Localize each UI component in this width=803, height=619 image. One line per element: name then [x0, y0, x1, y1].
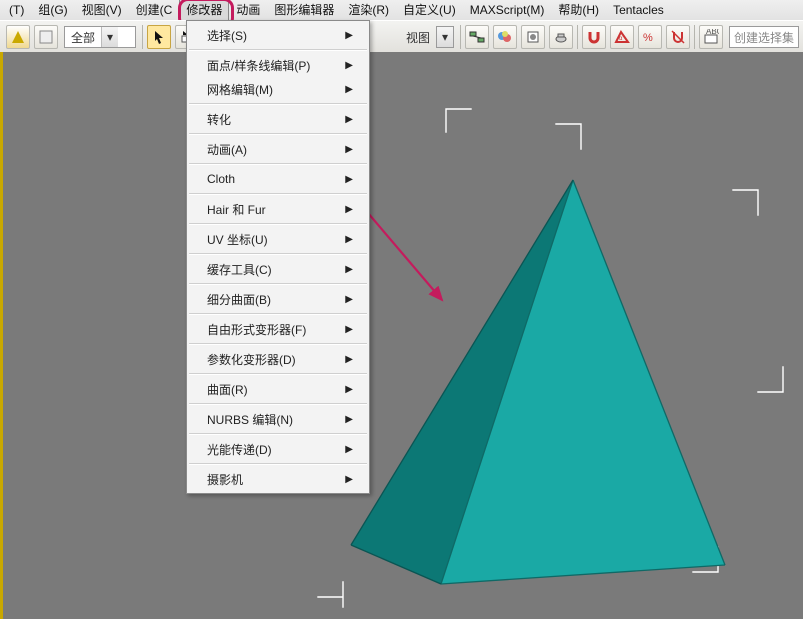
- menu-separator: [189, 403, 367, 405]
- submenu-arrow-icon: ▶: [345, 414, 353, 425]
- menu-tentacles[interactable]: Tentacles: [606, 0, 671, 21]
- menu-parametric-deformers[interactable]: 参数化变形器(D) ▶: [187, 347, 369, 371]
- menu-separator: [189, 133, 367, 135]
- selection-filter-label: 全部: [65, 29, 101, 46]
- menu-separator: [189, 313, 367, 315]
- menu-nurbs-edit[interactable]: NURBS 编辑(N) ▶: [187, 407, 369, 431]
- menu-maxscript[interactable]: MAXScript(M): [463, 0, 552, 21]
- viewport[interactable]: x y: [0, 52, 803, 619]
- submenu-arrow-icon: ▶: [345, 324, 353, 335]
- menu-separator: [189, 103, 367, 105]
- menu-render[interactable]: 渲染(R): [341, 0, 396, 21]
- submenu-arrow-icon: ▶: [345, 384, 353, 395]
- selection-filter-dropdown[interactable]: 全部 ▾: [64, 26, 136, 48]
- submenu-arrow-icon: ▶: [345, 234, 353, 245]
- menu-separator: [189, 283, 367, 285]
- menu-selection[interactable]: 选择(S) ▶: [187, 23, 369, 47]
- select-cursor-icon[interactable]: [147, 25, 171, 49]
- menu-separator: [189, 373, 367, 375]
- menu-convert[interactable]: 转化 ▶: [187, 107, 369, 131]
- submenu-arrow-icon: ▶: [345, 84, 353, 95]
- toolbar-separator: [460, 25, 461, 49]
- svg-text:α: α: [619, 36, 623, 42]
- menu-subdiv-surface[interactable]: 细分曲面(B) ▶: [187, 287, 369, 311]
- submenu-arrow-icon: ▶: [345, 204, 353, 215]
- schematic-view-icon[interactable]: [465, 25, 489, 49]
- submenu-arrow-icon: ▶: [345, 144, 353, 155]
- menu-group[interactable]: 组(G): [31, 0, 74, 21]
- chevron-down-icon[interactable]: ▾: [437, 27, 453, 47]
- menu-cloth[interactable]: Cloth ▶: [187, 167, 369, 191]
- menu-separator: [189, 49, 367, 51]
- submenu-arrow-icon: ▶: [345, 354, 353, 365]
- menu-t[interactable]: (T): [2, 0, 31, 21]
- chevron-down-icon[interactable]: ▾: [101, 27, 118, 47]
- svg-text:%: %: [643, 32, 653, 44]
- menu-separator: [189, 463, 367, 465]
- toolbar-separator: [142, 25, 143, 49]
- menu-help[interactable]: 帮助(H): [551, 0, 606, 21]
- named-selection-new-icon[interactable]: ABC: [699, 25, 723, 49]
- toolbar: 全部 ▾ 视图 ▾ α % ABC 创建选择集: [0, 20, 803, 54]
- menu-separator: [189, 163, 367, 165]
- submenu-arrow-icon: ▶: [345, 264, 353, 275]
- menu-separator: [189, 253, 367, 255]
- menu-animation-sub[interactable]: 动画(A) ▶: [187, 137, 369, 161]
- menu-graph-editor[interactable]: 图形编辑器: [267, 0, 341, 21]
- menu-cache-tools[interactable]: 缓存工具(C) ▶: [187, 257, 369, 281]
- view-mode-dropdown[interactable]: ▾: [436, 26, 454, 48]
- spinner-snap-icon[interactable]: [666, 25, 690, 49]
- menu-modifiers[interactable]: 修改器: [179, 0, 229, 21]
- toolbar-icon-logo[interactable]: [6, 25, 30, 49]
- menu-customize[interactable]: 自定义(U): [396, 0, 463, 21]
- render-teapot-icon[interactable]: [549, 25, 573, 49]
- menu-animation[interactable]: 动画: [229, 0, 267, 21]
- menubar: (T) 组(G) 视图(V) 创建(C 修改器 动画 图形编辑器 渲染(R) 自…: [0, 0, 803, 21]
- submenu-arrow-icon: ▶: [345, 60, 353, 71]
- menu-surface[interactable]: 曲面(R) ▶: [187, 377, 369, 401]
- toolbar-separator: [577, 25, 578, 49]
- material-editor-icon[interactable]: [493, 25, 517, 49]
- menu-create[interactable]: 创建(C: [129, 0, 180, 21]
- submenu-arrow-icon: ▶: [345, 474, 353, 485]
- render-setup-icon[interactable]: [521, 25, 545, 49]
- submenu-arrow-icon: ▶: [345, 174, 353, 185]
- menu-uv-coordinates[interactable]: UV 坐标(U) ▶: [187, 227, 369, 251]
- create-selection-set-placeholder: 创建选择集: [734, 29, 794, 46]
- submenu-arrow-icon: ▶: [345, 444, 353, 455]
- menu-view[interactable]: 视图(V): [75, 0, 129, 21]
- modifiers-menu: 选择(S) ▶ 面点/样条线编辑(P) ▶ 网格编辑(M) ▶ 转化 ▶ 动画(…: [186, 20, 370, 494]
- menu-separator: [189, 433, 367, 435]
- menu-hair-fur[interactable]: Hair 和 Fur ▶: [187, 197, 369, 221]
- svg-text:ABC: ABC: [706, 29, 719, 36]
- menu-free-form-deformers[interactable]: 自由形式变形器(F) ▶: [187, 317, 369, 341]
- scene-canvas: x y: [3, 52, 803, 619]
- view-label: 视图: [406, 29, 430, 46]
- create-selection-set-input[interactable]: 创建选择集: [729, 26, 799, 48]
- pyramid-object[interactable]: [351, 180, 725, 584]
- menu-radiosity[interactable]: 光能传递(D) ▶: [187, 437, 369, 461]
- menu-mesh-edit[interactable]: 网格编辑(M) ▶: [187, 77, 369, 101]
- menu-camera[interactable]: 摄影机 ▶: [187, 467, 369, 491]
- toolbar-separator: [694, 25, 695, 49]
- percent-snap-icon[interactable]: %: [638, 25, 662, 49]
- menu-patch-spline-edit[interactable]: 面点/样条线编辑(P) ▶: [187, 53, 369, 77]
- menu-separator: [189, 193, 367, 195]
- menu-separator: [189, 343, 367, 345]
- angle-snap-icon[interactable]: α: [610, 25, 634, 49]
- snap-toggle-icon[interactable]: [582, 25, 606, 49]
- submenu-arrow-icon: ▶: [345, 114, 353, 125]
- submenu-arrow-icon: ▶: [345, 30, 353, 41]
- menu-separator: [189, 223, 367, 225]
- toolbar-icon-generic[interactable]: [34, 25, 58, 49]
- submenu-arrow-icon: ▶: [345, 294, 353, 305]
